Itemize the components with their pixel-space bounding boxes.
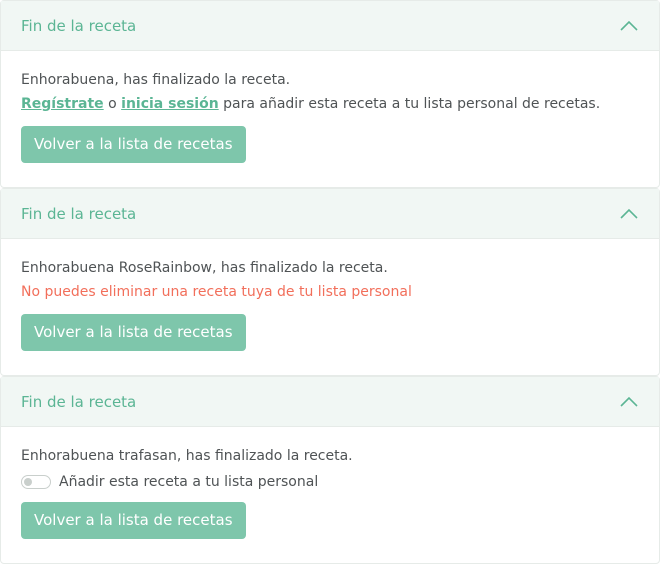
- card-body: Enhorabuena, has finalizado la receta. R…: [1, 51, 659, 163]
- chevron-up-icon[interactable]: [619, 396, 639, 408]
- login-prompt: Regístrate o inicia sesión para añadir e…: [21, 94, 639, 118]
- add-to-list-switch[interactable]: [21, 475, 51, 489]
- register-link[interactable]: Regístrate: [21, 96, 104, 112]
- login-link[interactable]: inicia sesión: [121, 96, 219, 112]
- back-to-recipes-button[interactable]: Volver a la lista de recetas: [21, 502, 246, 539]
- login-prompt-text: para añadir esta receta a tu lista perso…: [218, 96, 601, 112]
- card-title: Fin de la receta: [21, 16, 137, 35]
- completion-message: Enhorabuena, has finalizado la receta.: [21, 72, 291, 88]
- switch-knob: [24, 478, 32, 486]
- end-of-recipe-card-guest: Fin de la receta Enhorabuena, has finali…: [0, 0, 660, 188]
- card-title: Fin de la receta: [21, 204, 137, 223]
- end-of-recipe-card-user: Fin de la receta Enhorabuena trafasan, h…: [0, 376, 660, 564]
- card-body: Enhorabuena trafasan, has finalizado la …: [1, 427, 659, 539]
- card-header[interactable]: Fin de la receta: [1, 377, 659, 427]
- add-to-list-toggle-row: Añadir esta receta a tu lista personal: [21, 470, 639, 494]
- chevron-up-icon[interactable]: [619, 208, 639, 220]
- card-title: Fin de la receta: [21, 392, 137, 411]
- card-header[interactable]: Fin de la receta: [1, 1, 659, 51]
- back-to-recipes-button[interactable]: Volver a la lista de recetas: [21, 314, 246, 351]
- card-body: Enhorabuena RoseRainbow, has finalizado …: [1, 239, 659, 351]
- connector-text: o: [103, 96, 122, 112]
- completion-message: Enhorabuena RoseRainbow, has finalizado …: [21, 260, 388, 276]
- back-to-recipes-button[interactable]: Volver a la lista de recetas: [21, 126, 246, 163]
- completion-message: Enhorabuena trafasan, has finalizado la …: [21, 448, 353, 464]
- add-to-list-label[interactable]: Añadir esta receta a tu lista personal: [59, 472, 318, 492]
- end-of-recipe-card-owner: Fin de la receta Enhorabuena RoseRainbow…: [0, 188, 660, 376]
- chevron-up-icon[interactable]: [619, 20, 639, 32]
- error-message: No puedes eliminar una receta tuya de tu…: [21, 284, 412, 300]
- card-header[interactable]: Fin de la receta: [1, 189, 659, 239]
